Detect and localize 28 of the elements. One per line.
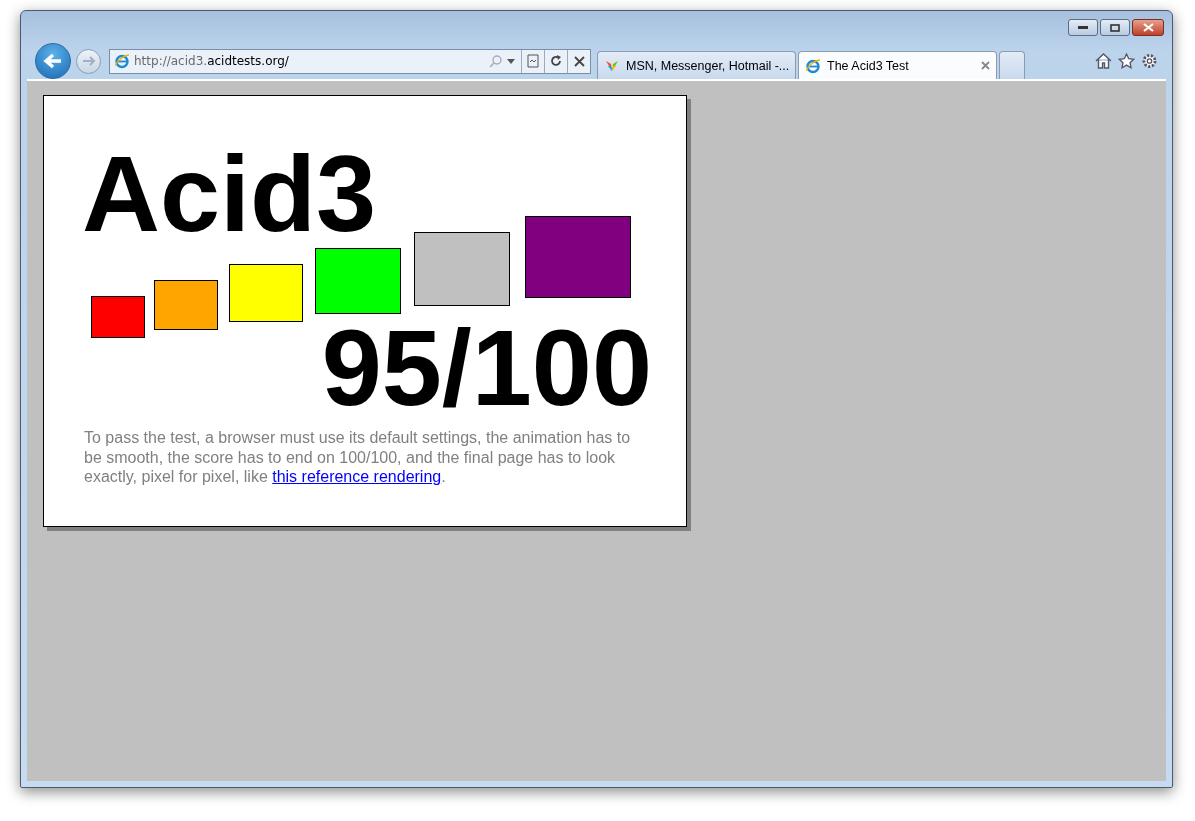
refresh-icon [550,55,562,67]
star-icon[interactable] [1118,53,1135,69]
close-icon [1142,23,1154,32]
test-description: To pass the test, a browser must use its default settings, the animation has to be smooth, the score has to end on 100/100, and the final page has to look exactly, pixel for pixel, like this reference rendering. [84,428,632,487]
test-score: 95/100 [321,314,652,422]
test-title: Acid3 [82,140,377,248]
minimize-button[interactable] [1068,19,1098,36]
settings-icon[interactable] [1141,53,1158,69]
address-bar[interactable]: http://acid3.acidtests.org/ [109,48,591,74]
restore-icon [1110,23,1120,32]
home-icon[interactable] [1095,53,1112,69]
search-icon [489,54,503,68]
close-button[interactable] [1132,19,1164,36]
browser-tab[interactable]: MSN, Messenger, Hotmail -... [597,51,796,79]
dropdown-caret-icon [507,58,515,64]
url-text: http://acid3.acidtests.org/ [133,53,290,70]
browser-logo-icon [805,57,821,74]
right-arrow-icon [81,55,96,67]
minimize-icon [1078,25,1088,30]
browser-tab[interactable]: The Acid3 Test [798,51,997,79]
stop-icon [573,55,585,67]
restore-button[interactable] [1100,19,1130,36]
browser-logo-icon [114,53,130,69]
close-tab-icon[interactable] [981,61,990,70]
left-arrow-icon [43,53,63,69]
back-button[interactable] [35,43,71,79]
broken-page-icon [527,54,539,68]
reference-link[interactable]: this reference rendering [272,468,442,485]
